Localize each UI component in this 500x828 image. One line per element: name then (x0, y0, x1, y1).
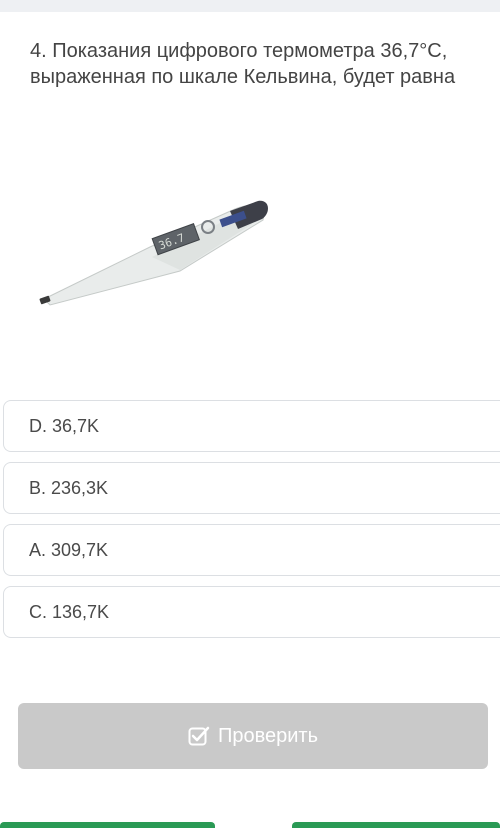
check-button-label: Проверить (217, 724, 319, 747)
bottom-left-button[interactable] (0, 822, 215, 828)
option-b-label: B. 236,3K (29, 477, 109, 498)
thermometer-image: 36.7 (30, 175, 280, 315)
option-c[interactable]: C. 136,7K (3, 586, 500, 638)
option-a[interactable]: A. 309,7K (3, 524, 500, 576)
checkbox-check-icon (188, 725, 210, 747)
option-d[interactable]: D. 36,7K (3, 400, 500, 452)
option-d-label: D. 36,7K (29, 415, 100, 436)
bottom-right-button[interactable] (292, 822, 500, 828)
option-c-label: C. 136,7K (29, 601, 110, 622)
check-button[interactable]: Проверить (18, 703, 488, 769)
option-b[interactable]: B. 236,3K (3, 462, 500, 514)
option-a-label: A. 309,7K (29, 539, 109, 560)
top-strip (0, 0, 500, 12)
answer-options: D. 36,7K B. 236,3K A. 309,7K C. 136,7K (3, 400, 500, 648)
question-text: 4. Показания цифрового термометра 36,7°C… (30, 40, 456, 88)
